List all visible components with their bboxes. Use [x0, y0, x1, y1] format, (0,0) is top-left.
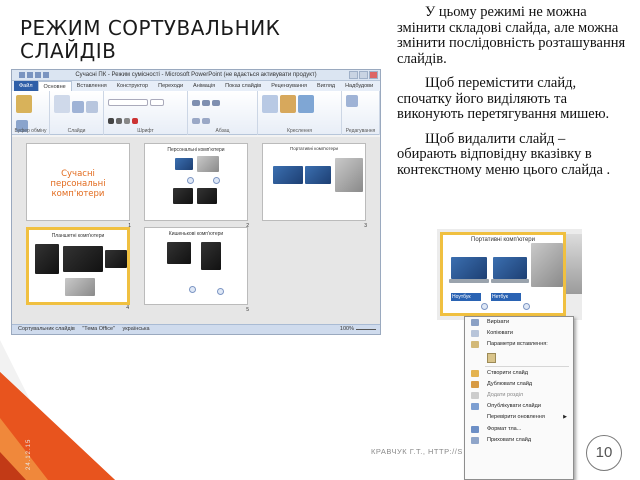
tab-view: Вигляд	[317, 83, 336, 89]
italic-icon	[116, 118, 122, 124]
tab-file: Файл	[14, 81, 38, 91]
close-icon	[369, 71, 378, 79]
paragraph-3: Щоб видалити слайд – обирають відповідну…	[397, 130, 611, 178]
slide-date: 24.12.15	[26, 438, 32, 470]
hide-slide-icon	[471, 436, 479, 444]
numbering-icon	[202, 100, 210, 106]
underline-icon	[124, 118, 130, 124]
tab-review: Рецензування	[271, 83, 308, 89]
page-number: 10	[586, 435, 622, 471]
label-netbook: Нетбук	[491, 293, 521, 301]
context-slide-area: Портативні комп'ютери Ноутбук Нетбук	[437, 229, 582, 320]
new-slide-icon	[471, 369, 479, 377]
layout-icon	[72, 101, 84, 113]
menu-item-cut[interactable]: Вирізати	[465, 317, 573, 328]
zoom-slider[interactable]	[356, 329, 376, 330]
reset-icon	[86, 101, 98, 113]
menu-item-check-updates[interactable]: Перевірити оновлення ▶	[465, 412, 573, 423]
maximize-icon	[359, 71, 368, 79]
thumb-2-title: Персональні комп'ютери	[167, 147, 225, 153]
status-view-label: Сортувальник слайдів	[18, 326, 75, 332]
menu-item-publish-slides[interactable]: Опублікувати слайди	[465, 401, 573, 412]
publish-icon	[471, 403, 479, 411]
menu-item-copy[interactable]: Копіювати	[465, 328, 573, 339]
ribbon: Буфер обміну Слайди Шрифт Абзац Кресленн…	[12, 91, 380, 135]
ribbon-group-slides: Слайди	[50, 91, 104, 135]
ribbon-group-clipboard: Буфер обміну	[12, 91, 50, 135]
paste-icon	[16, 95, 32, 113]
powerpoint-window-screenshot: Сучасні ПК - Режим сумісності - Microsof…	[11, 69, 381, 335]
thumb-1-title: Сучасні персональні комп'ютери	[50, 169, 106, 199]
duplicate-icon	[471, 380, 479, 388]
thumb-3-title: Портативні комп'ютери	[290, 146, 338, 151]
paste-icon	[471, 341, 479, 349]
slide-title: РЕЖИМ СОРТУВАЛЬНИК СЛАЙДІВ	[20, 16, 281, 63]
find-icon	[346, 95, 358, 107]
bullets-icon	[192, 100, 200, 106]
status-language: українська	[122, 326, 150, 332]
tab-home: Основне	[37, 81, 72, 91]
tab-animations: Анімація	[193, 83, 216, 89]
ribbon-group-font: Шрифт	[104, 91, 188, 135]
format-background-icon	[471, 425, 479, 433]
status-theme: "Тема Office"	[82, 326, 115, 332]
font-color-icon	[132, 118, 138, 124]
section-icon	[471, 391, 479, 399]
slide-thumbnail-1[interactable]: Сучасні персональні комп'ютери 1	[26, 143, 131, 229]
clipboard-icon	[487, 352, 496, 363]
align-icon	[212, 100, 220, 106]
slide-sorter-area: Сучасні персональні комп'ютери 1 Персона…	[12, 137, 380, 325]
arrange-icon	[280, 95, 296, 113]
menu-item-new-slide[interactable]: Створити слайд	[465, 368, 573, 379]
quick-styles-icon	[298, 95, 314, 113]
bold-icon	[108, 118, 114, 124]
slide-footer: КРАВЧУК Г.Т., HTTP://S	[371, 447, 463, 456]
minimize-icon	[349, 71, 358, 79]
submenu-arrow-icon: ▶	[563, 414, 567, 421]
menu-separator	[485, 365, 569, 367]
ribbon-group-paragraph: Абзац	[188, 91, 258, 135]
zoom-level[interactable]: 100%	[340, 325, 354, 334]
new-slide-icon	[54, 95, 70, 113]
shapes-icon	[262, 95, 278, 113]
copy-icon	[471, 330, 479, 338]
tab-transitions: Переходи	[158, 83, 184, 89]
menu-item-paste-options[interactable]: Параметри вставлення:	[465, 339, 573, 350]
slide-body: У цьому режимі не можна змінити складові…	[397, 4, 627, 187]
window-titlebar: Сучасні ПК - Режим сумісності - Microsof…	[12, 70, 380, 81]
thumb-4-title: Планшетні комп'ютери	[51, 233, 105, 239]
context-slide-thumbnail[interactable]: Портативні комп'ютери Ноутбук Нетбук	[440, 232, 566, 316]
status-bar: Сортувальник слайдів "Тема Office" украї…	[12, 324, 380, 334]
tab-slideshow: Показ слайдів	[225, 83, 262, 89]
slide-thumbnail-3[interactable]: Портативні комп'ютери 3	[262, 143, 367, 229]
slide-thumbnail-2[interactable]: Персональні комп'ютери 2	[144, 143, 249, 229]
menu-item-format-background[interactable]: Формат тла...	[465, 424, 573, 435]
menu-item-hide-slide[interactable]: Приховати слайд	[465, 435, 573, 446]
paste-option-button[interactable]	[465, 351, 573, 365]
slide-thumbnail-4[interactable]: Планшетні комп'ютери 4	[26, 227, 130, 311]
tab-insert: Вставлення	[76, 83, 107, 89]
slide-thumbnail-5[interactable]: Кишенькові комп'ютери 5	[144, 227, 249, 313]
paragraph-1: У цьому режимі не можна змінити складові…	[397, 4, 626, 67]
paragraph-2: Щоб перемістити слайд, спочатку його вид…	[397, 75, 610, 122]
window-controls	[348, 71, 378, 84]
ribbon-tabs: Файл Основне Вставлення Конструктор Пере…	[12, 81, 380, 91]
ribbon-group-editing: Редагування	[342, 91, 380, 135]
label-notebook: Ноутбук	[451, 293, 481, 301]
thumb-5-title: Кишенькові комп'ютери	[168, 231, 224, 237]
context-menu: Вирізати Копіювати Параметри вставлення:…	[464, 316, 574, 480]
menu-item-add-section[interactable]: Додати розділ	[465, 390, 573, 401]
menu-item-duplicate-slide[interactable]: Дублювати слайд	[465, 379, 573, 390]
quick-access-toolbar	[15, 72, 55, 79]
window-title: Сучасні ПК - Режим сумісності - Microsof…	[75, 72, 317, 78]
ribbon-group-drawing: Креслення	[258, 91, 342, 135]
tab-design: Конструктор	[116, 83, 149, 89]
scissors-icon	[471, 319, 479, 326]
